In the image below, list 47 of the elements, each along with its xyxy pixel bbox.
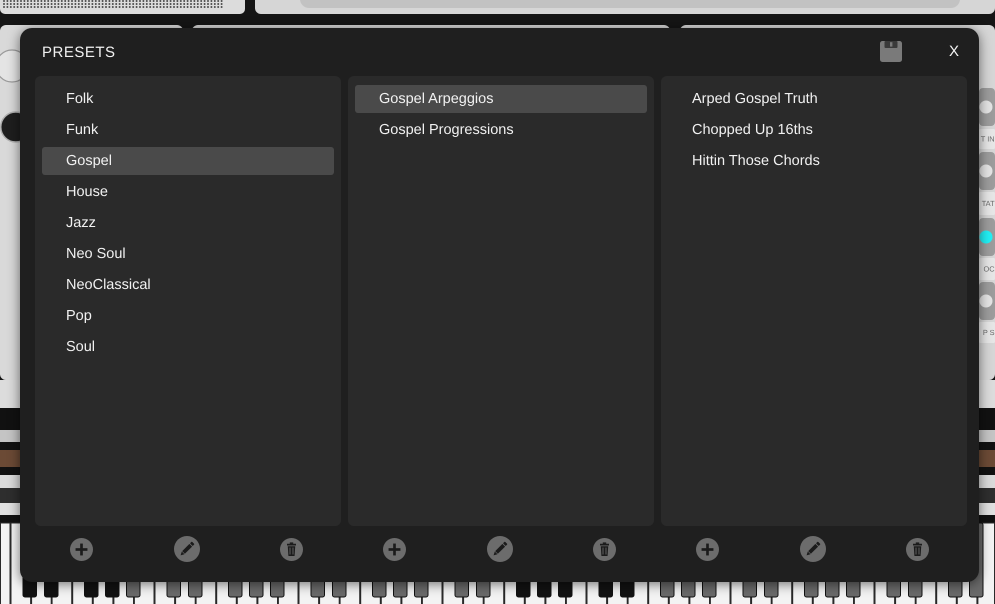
delete-button[interactable] bbox=[280, 538, 303, 560]
preset-list-item[interactable]: Neo Soul bbox=[42, 240, 334, 268]
edit-button[interactable] bbox=[486, 536, 512, 562]
trash-icon bbox=[593, 538, 616, 560]
side-button[interactable] bbox=[979, 282, 995, 320]
side-button[interactable] bbox=[979, 88, 995, 126]
trash-icon bbox=[280, 538, 303, 560]
edit-button[interactable] bbox=[800, 536, 826, 562]
pencil-icon bbox=[800, 536, 826, 562]
add-button[interactable] bbox=[696, 538, 719, 560]
add-button[interactable] bbox=[70, 538, 93, 560]
preset-list-item[interactable]: House bbox=[42, 178, 334, 206]
label-plate bbox=[979, 322, 995, 343]
preset-list-item[interactable]: Gospel bbox=[42, 147, 334, 175]
preset-list-item[interactable]: Pop bbox=[42, 302, 334, 330]
preset-list-item[interactable]: NeoClassical bbox=[42, 271, 334, 299]
preset-list-item[interactable]: Soul bbox=[42, 333, 334, 361]
indicator-light-icon bbox=[980, 100, 992, 114]
preset-list-item[interactable]: Gospel Arpeggios bbox=[355, 85, 647, 113]
preset-list-item[interactable]: Funk bbox=[42, 116, 334, 144]
preset-list-item[interactable]: Folk bbox=[42, 85, 334, 113]
pencil-icon bbox=[174, 536, 200, 562]
delete-button[interactable] bbox=[593, 538, 616, 560]
plus-icon bbox=[70, 538, 93, 560]
preset-list-item[interactable]: Jazz bbox=[42, 209, 334, 237]
close-button[interactable]: X bbox=[948, 43, 959, 61]
pencil-icon bbox=[486, 536, 512, 562]
delete-button[interactable] bbox=[906, 538, 929, 560]
side-button[interactable] bbox=[979, 218, 995, 256]
preset-list-item[interactable]: Hittin Those Chords bbox=[668, 147, 960, 175]
preset-list-item[interactable]: Arped Gospel Truth bbox=[668, 85, 960, 113]
trash-icon bbox=[906, 538, 929, 560]
dialog-title: PRESETS bbox=[42, 44, 116, 60]
indicator-light-icon bbox=[980, 164, 992, 178]
label-plate bbox=[979, 129, 995, 149]
indicator-light-icon bbox=[980, 230, 992, 244]
indicator-light-icon bbox=[980, 294, 992, 308]
label-plate bbox=[979, 192, 995, 215]
preset-list-item[interactable]: Chopped Up 16ths bbox=[668, 116, 960, 144]
preset-list-item[interactable]: Gospel Progressions bbox=[355, 116, 647, 144]
label-plate bbox=[979, 258, 995, 280]
side-button[interactable] bbox=[979, 152, 995, 190]
add-button[interactable] bbox=[383, 538, 406, 560]
edit-button[interactable] bbox=[174, 536, 200, 562]
save-button[interactable] bbox=[880, 40, 902, 62]
plus-icon bbox=[383, 538, 406, 560]
plus-icon bbox=[696, 538, 719, 560]
